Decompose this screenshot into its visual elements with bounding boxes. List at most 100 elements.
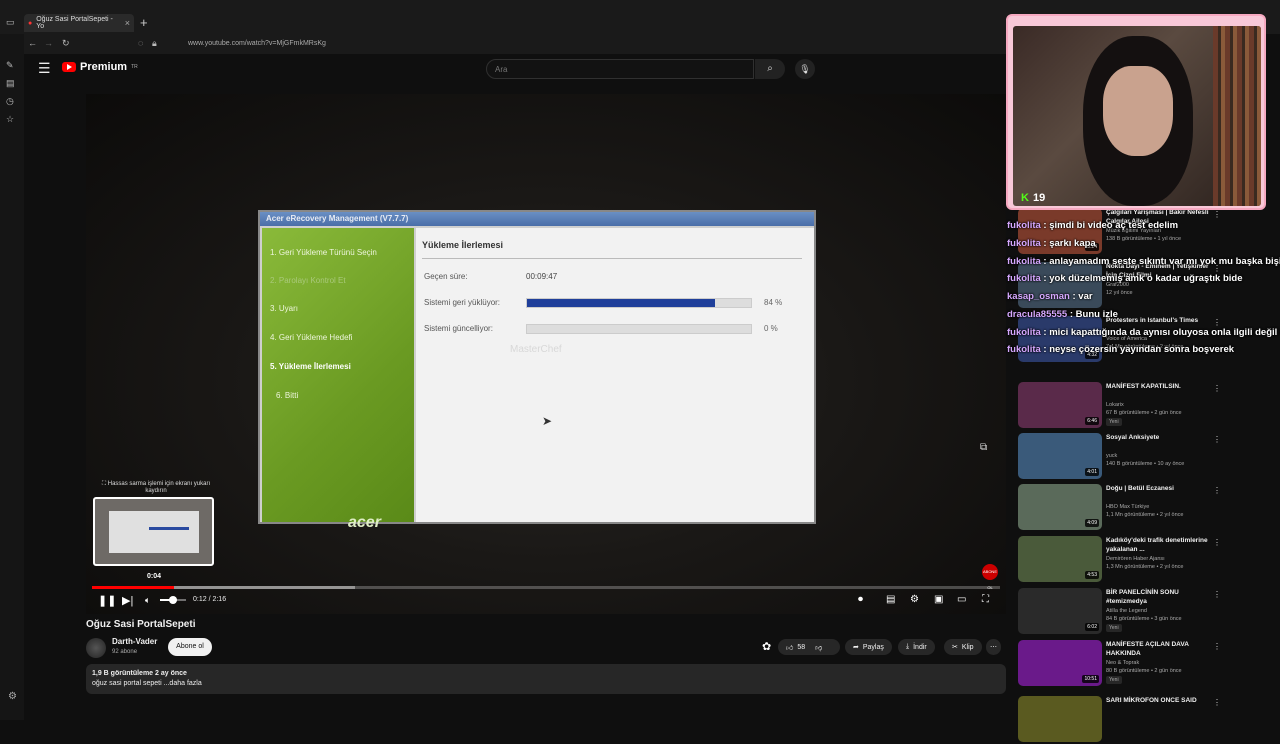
channel-name[interactable]: Darth-Vader (112, 637, 157, 646)
download-button[interactable]: ⤓ İndir (898, 639, 935, 655)
share-button[interactable]: ➦ Paylaş (845, 639, 892, 655)
close-tab-icon[interactable]: × (125, 18, 130, 28)
webcam-overlay: K 19 (1006, 14, 1266, 210)
video-title[interactable]: Kadıköy'deki trafik denetimlerine yakala… (1106, 536, 1212, 554)
star-icon[interactable]: ☆ (6, 114, 14, 125)
extensions-icon[interactable]: ✎ (6, 60, 14, 71)
video-channel[interactable]: yuck (1106, 453, 1117, 460)
more-options-icon[interactable]: ⋮ (1213, 210, 1221, 219)
recommended-video[interactable]: 10:51 MANİFESTE AÇILAN DAVA HAKKINDA Neo &… (1018, 640, 1268, 688)
recommended-video[interactable]: 4:01 Sosyal Anksiyete yuck 140 B görüntülem… (1018, 433, 1268, 481)
history-panel-icon[interactable]: ▤ (6, 78, 15, 89)
recommended-video[interactable]: 4:53 Kadıköy'deki trafik denetimlerine ya… (1018, 536, 1268, 584)
subscribe-watermark[interactable]: ABONE OL (982, 564, 998, 590)
chat-username: fukolita (1007, 273, 1041, 284)
seek-bar[interactable] (92, 586, 1000, 589)
video-title[interactable]: SARI MİKROFON ONCE SAID (1106, 696, 1212, 705)
autoplay-toggle-icon[interactable]: ⏺︎ (858, 594, 863, 605)
sidebar-toggle-icon[interactable]: ▭ (6, 17, 15, 28)
clip-label: Klip (961, 643, 974, 651)
fullscreen-icon[interactable]: ⛶ (982, 594, 989, 605)
theater-mode-icon[interactable]: ▭ (957, 594, 966, 605)
more-options-icon[interactable]: ⋮ (1213, 698, 1221, 707)
video-thumbnail[interactable]: 6:02 (1018, 588, 1102, 634)
elapsed-label: Geçen süre: (424, 272, 468, 281)
chat-message: fukolita : yok düzelmemiş amk o kadar uğ… (1007, 273, 1243, 284)
more-options-icon[interactable]: ⋮ (1213, 435, 1221, 444)
subtitles-icon[interactable]: ▤ (886, 594, 895, 605)
audio-icon: ● (28, 19, 33, 27)
chat-username: fukolita (1007, 327, 1041, 338)
video-channel[interactable]: Neo & Toprak (1106, 660, 1139, 667)
logo-region: TR (131, 64, 138, 70)
recommended-video[interactable]: 4:09 Doğu | Betül Eczanesi HBO Max Türkiye… (1018, 484, 1268, 532)
next-icon[interactable]: ▶| (122, 594, 133, 607)
restore-progress-fill (527, 299, 716, 307)
reload-icon[interactable]: ↻ (62, 38, 70, 49)
restore-progress-bar (526, 298, 752, 308)
volume-icon[interactable]: 🔈︎ (145, 595, 150, 606)
settings-icon[interactable]: ⚙ (910, 594, 919, 605)
donate-icon[interactable]: ✿ (762, 640, 771, 653)
recommended-video[interactable]: SARI MİKROFON ONCE SAID ⋮ (1018, 696, 1268, 744)
video-title[interactable]: MANİFESTE AÇILAN DAVA HAKKINDA (1106, 640, 1212, 658)
miniplayer-icon[interactable]: ⧉ (980, 442, 987, 453)
volume-slider[interactable] (160, 596, 186, 604)
more-options-icon[interactable]: ⋮ (1213, 318, 1221, 327)
new-tab-icon[interactable]: + (140, 15, 148, 30)
browser-tab[interactable]: ● Oğuz Sasi PortalSepeti - Yo × (24, 14, 134, 32)
miniplayer-button-icon[interactable]: ▣ (934, 594, 943, 605)
settings-gear-icon[interactable]: ⚙ (8, 691, 17, 702)
back-icon[interactable]: ← (28, 38, 37, 48)
like-icon[interactable]: 👍︎ (786, 643, 793, 652)
seek-hint: ⛶ Hassas sarma işlemi için ekranı yukarı… (101, 481, 211, 494)
video-thumbnail[interactable]: 4:32 (1018, 316, 1102, 362)
forward-icon[interactable]: → (44, 38, 53, 48)
recommended-video[interactable]: Nokta Dayı - Eminem | Yetişkinler İçin Ç… (1018, 262, 1268, 310)
more-options-icon[interactable]: ⋮ (1213, 384, 1221, 393)
search-input[interactable] (486, 59, 754, 79)
channel-avatar[interactable] (86, 638, 106, 658)
video-title[interactable]: Protesters in Istanbul's Times (1106, 316, 1212, 325)
video-channel[interactable]: Demirören Haber Ajansı (1106, 556, 1165, 563)
more-options-icon[interactable]: ⋮ (1213, 642, 1221, 651)
more-options-icon[interactable]: ⋮ (1213, 590, 1221, 599)
description-box[interactable]: 1,9 B görüntüleme 2 ay önce oğuz sasi po… (86, 664, 1006, 694)
search-button[interactable]: ⌕ (755, 59, 785, 79)
recommended-video[interactable]: 6:02 BİR PANELCİNİN SONU #temizmedya Atill… (1018, 588, 1268, 636)
clip-button[interactable]: ✂ Klip (944, 639, 982, 655)
video-thumbnail[interactable]: 4:01 (1018, 433, 1102, 479)
video-thumbnail[interactable]: 4:09 (1018, 484, 1102, 530)
more-icon: ⋯ (990, 644, 997, 651)
search-icon: ⌕ (767, 63, 773, 74)
video-title[interactable]: MANİFEST KAPATILSIN. (1106, 382, 1212, 391)
video-player[interactable]: Acer eRecovery Management (V7.7.7) 1. Ge… (86, 94, 1006, 614)
video-thumbnail[interactable]: 4:53 (1018, 536, 1102, 582)
video-title[interactable]: Sosyal Anksiyete (1106, 433, 1212, 442)
more-actions-button[interactable]: ⋯ (986, 639, 1001, 655)
hamburger-menu-icon[interactable]: ☰ (38, 60, 51, 77)
video-thumbnail[interactable]: 10:51 (1018, 640, 1102, 686)
video-channel[interactable]: HBO Max Türkiye (1106, 504, 1149, 511)
video-title[interactable]: Doğu | Betül Eczanesi (1106, 484, 1212, 493)
video-channel[interactable]: Atilla the Legend (1106, 608, 1147, 615)
clock-icon[interactable]: ◷ (6, 96, 14, 107)
like-count: 58 (797, 643, 806, 651)
more-options-icon[interactable]: ⋮ (1213, 486, 1221, 495)
video-thumbnail[interactable] (1018, 696, 1102, 742)
video-channel[interactable]: Lokarix (1106, 402, 1124, 409)
more-options-icon[interactable]: ⋮ (1213, 538, 1221, 547)
recommended-video[interactable]: 6:46 MANİFEST KAPATILSIN. Lokarix 67 B görü… (1018, 382, 1268, 430)
shield-icon[interactable]: ◌ (138, 38, 143, 48)
video-thumbnail[interactable]: 6:46 (1018, 382, 1102, 428)
pause-icon[interactable]: ❚❚ (98, 594, 116, 607)
video-title[interactable]: BİR PANELCİNİN SONU #temizmedya (1106, 588, 1212, 606)
url-field[interactable]: www.youtube.com/watch?v=MjGFmkMRsKg (188, 40, 326, 47)
youtube-logo[interactable]: Premium TR (62, 61, 138, 73)
step-3: 3. Uyarı (270, 304, 299, 313)
subscribe-button[interactable]: Abone ol (168, 638, 212, 656)
recommended-video[interactable]: 4:32 Protesters in Istanbul's Times Voice … (1018, 316, 1268, 364)
volume-knob[interactable] (169, 596, 177, 604)
dislike-icon[interactable]: 👎︎ (815, 643, 822, 652)
mic-button[interactable]: 🎙︎ (795, 59, 815, 79)
